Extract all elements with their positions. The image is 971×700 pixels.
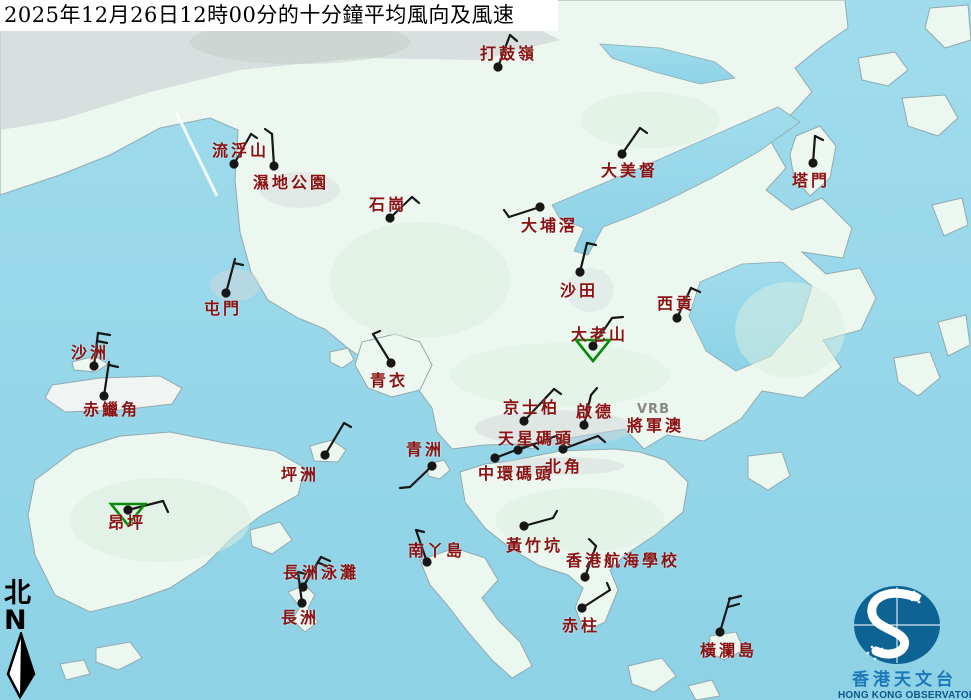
north-arrow-icon <box>4 632 38 700</box>
wind-map: 打鼓嶺流浮山濕地公園石崗大埔滘沙田大美督塔門西貢大老山沙洲赤鱲角屯門青衣京士柏啟… <box>0 0 971 700</box>
hko-logo: 香港天文台 HONG KONG OBSERVATORY <box>838 583 971 700</box>
map-title: 2025年12月26日12時00分的十分鐘平均風向及風速 <box>0 0 558 31</box>
map-background <box>0 0 971 700</box>
compass: 北 N <box>2 580 42 700</box>
hko-logo-name-en: HONG KONG OBSERVATORY <box>838 690 971 700</box>
north-label-cn: 北 <box>4 580 42 607</box>
north-label-en: N <box>4 607 42 634</box>
hko-logo-name-cn: 香港天文台 <box>838 671 971 690</box>
hko-logo-icon <box>838 583 971 667</box>
